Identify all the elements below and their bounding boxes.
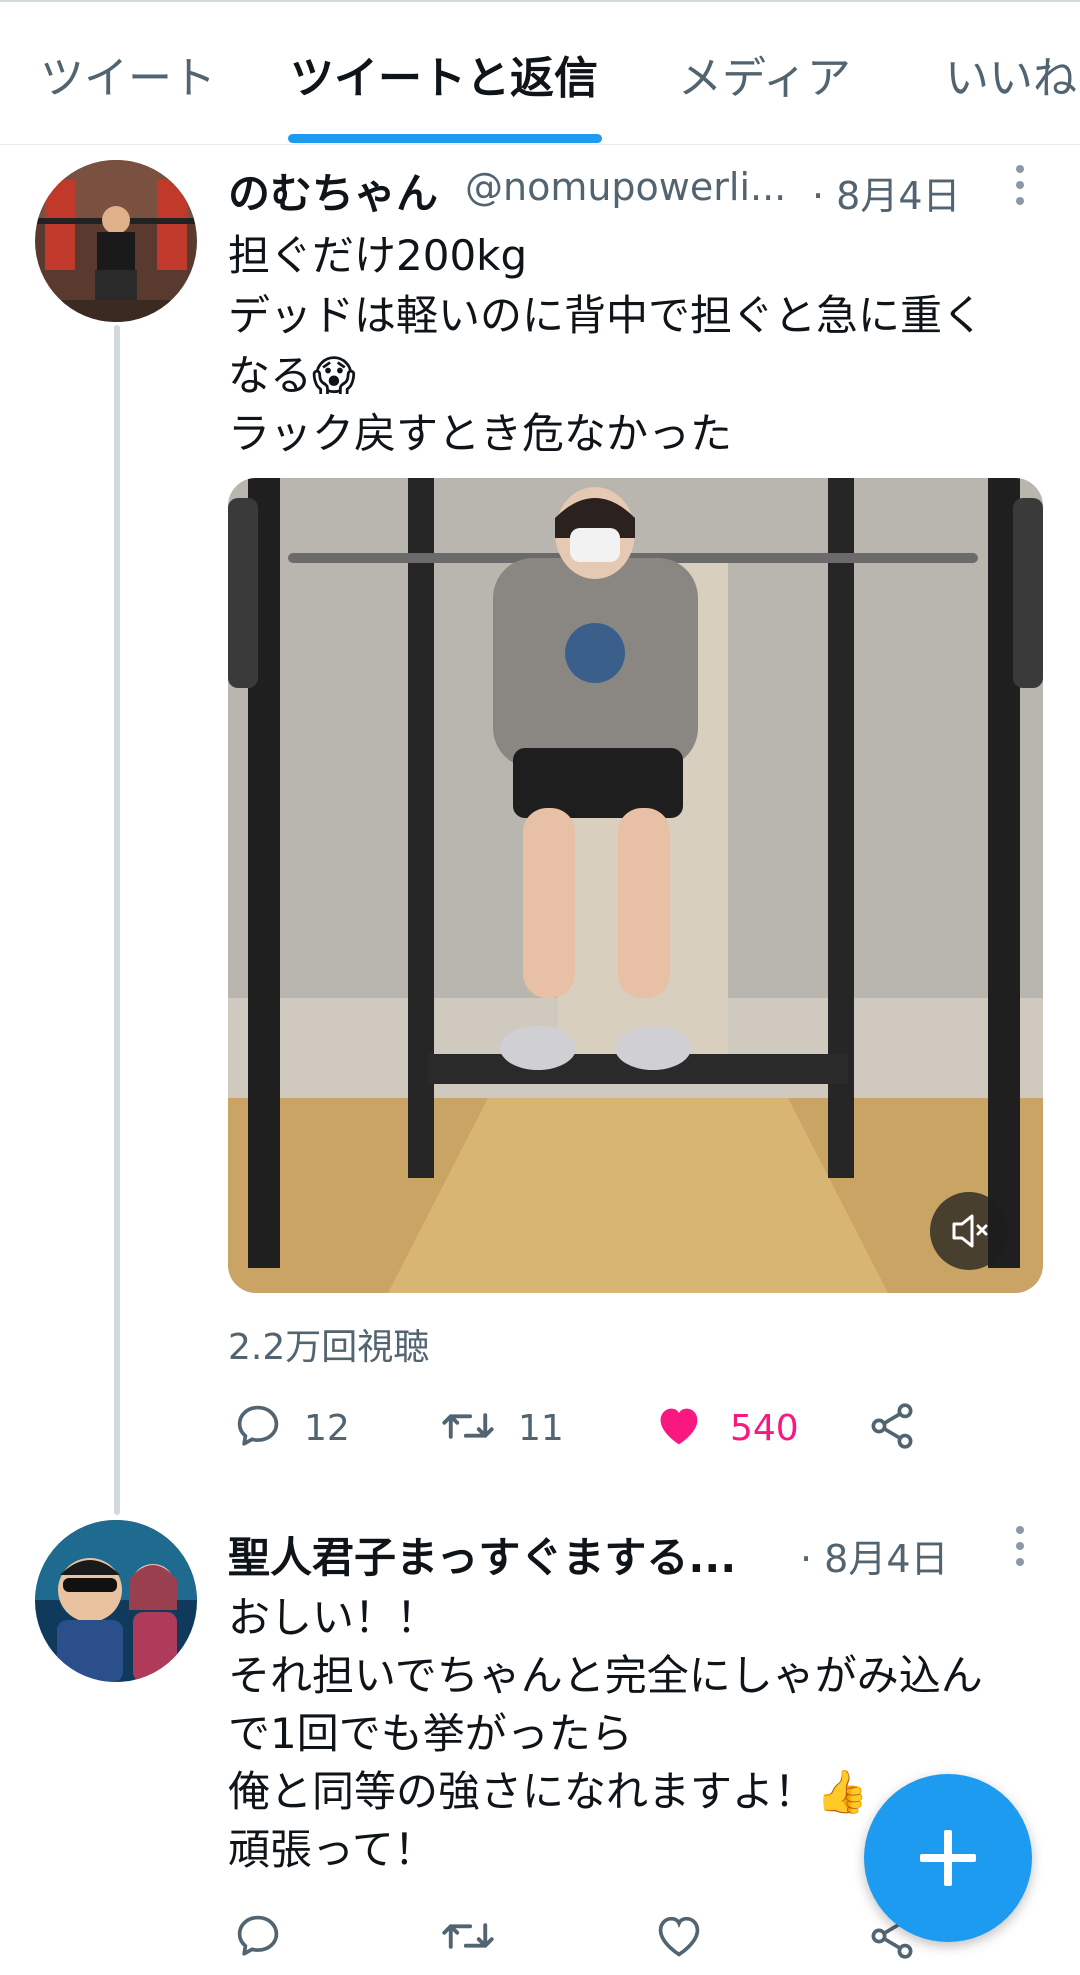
tweet-text-line: 俺と同等の強さになれますよ！👍 bbox=[228, 1767, 869, 1816]
like-button[interactable]: 540 bbox=[652, 1400, 832, 1460]
retweet-button[interactable]: 11 bbox=[440, 1400, 600, 1460]
like-button[interactable] bbox=[652, 1910, 712, 1970]
profile-tab-bar: ツイート ツイートと返信 メディア いいね bbox=[0, 0, 1080, 145]
view-count: 2.2万回視聴 bbox=[228, 1327, 430, 1368]
reply-icon bbox=[237, 1915, 279, 1956]
reply-count: 12 bbox=[304, 1408, 350, 1449]
reply-button[interactable]: 12 bbox=[232, 1400, 392, 1460]
tab-likes[interactable]: いいね bbox=[945, 42, 1077, 106]
tab-media[interactable]: メディア bbox=[678, 42, 851, 106]
tweet-text-line: それ担いでちゃんと完全にしゃがみ込ん bbox=[228, 1651, 983, 1700]
tweet-text-line: デッドは軽いのに背中で担ぐと急に重く bbox=[228, 291, 985, 340]
tweet-text-line: で1回でも挙がったら bbox=[228, 1709, 633, 1758]
display-name[interactable]: 聖人君子まっすぐまする... bbox=[228, 1524, 736, 1585]
tweet-text-line: 頑張って！ bbox=[228, 1825, 436, 1874]
more-options-icon[interactable] bbox=[1005, 1526, 1035, 1576]
active-tab-indicator bbox=[288, 134, 602, 143]
tweet-text-line: なる😱 bbox=[228, 351, 356, 400]
tweet-text-line: おしい！！ bbox=[228, 1593, 439, 1642]
user-handle[interactable]: @nomupowerli... bbox=[465, 165, 786, 209]
tweet-date[interactable]: · 8月4日 bbox=[812, 165, 961, 220]
compose-tweet-button[interactable] bbox=[864, 1774, 1032, 1942]
share-icon bbox=[871, 1403, 913, 1449]
retweet-icon bbox=[442, 1923, 494, 1949]
tweet-video[interactable] bbox=[228, 478, 1043, 1293]
avatar[interactable] bbox=[35, 160, 197, 322]
thread-connector-line bbox=[114, 325, 120, 1515]
retweet-count: 11 bbox=[518, 1408, 564, 1449]
retweet-icon bbox=[442, 1413, 494, 1439]
tab-tweets[interactable]: ツイート bbox=[40, 42, 216, 106]
tweet-text-line: ラック戻すとき危なかった bbox=[228, 409, 733, 458]
tab-tweets-and-replies[interactable]: ツイートと返信 bbox=[290, 42, 598, 106]
tweet-text-line: 担ぐだけ200kg bbox=[228, 231, 528, 280]
retweet-button[interactable] bbox=[440, 1910, 500, 1970]
like-count: 540 bbox=[730, 1408, 799, 1449]
mute-icon[interactable] bbox=[930, 1192, 1008, 1270]
reply-button[interactable] bbox=[232, 1910, 292, 1970]
display-name[interactable]: のむちゃん bbox=[228, 160, 438, 221]
heart-icon bbox=[658, 1916, 700, 1957]
tweet-date[interactable]: · 8月4日 bbox=[800, 1528, 949, 1583]
heart-icon bbox=[660, 1408, 698, 1445]
more-options-icon[interactable] bbox=[1005, 165, 1035, 215]
avatar[interactable] bbox=[35, 1520, 197, 1682]
reply-icon bbox=[237, 1405, 279, 1446]
share-button[interactable] bbox=[866, 1400, 926, 1460]
